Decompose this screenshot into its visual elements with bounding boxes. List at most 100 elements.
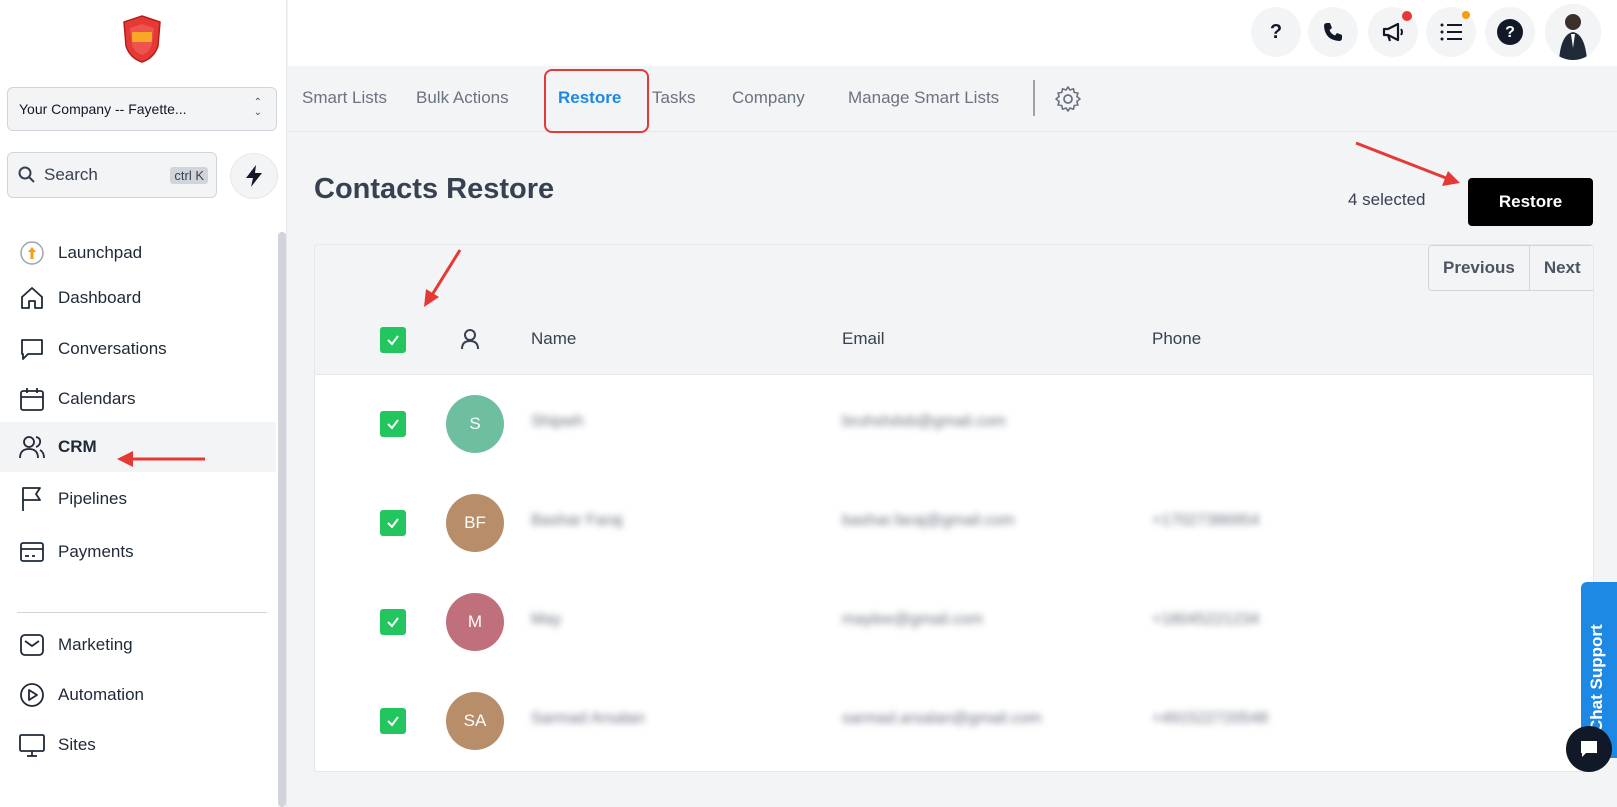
list-icon bbox=[1440, 23, 1462, 41]
column-header-phone[interactable]: Phone bbox=[1152, 329, 1201, 349]
contact-phone: +18045221234 bbox=[1152, 611, 1260, 628]
check-icon bbox=[387, 617, 399, 628]
contact-name: May bbox=[531, 611, 562, 628]
sidebar-item-label: Automation bbox=[58, 685, 144, 704]
launchpad-icon bbox=[20, 241, 44, 265]
sidebar-item-pipelines[interactable]: Pipelines bbox=[0, 474, 276, 524]
sidebar-item-label: Pipelines bbox=[58, 489, 127, 508]
contact-email: sarmad.arsalan@gmail.com bbox=[842, 710, 1042, 727]
card-icon bbox=[20, 542, 44, 562]
users-icon bbox=[19, 436, 45, 459]
sidebar-scrollbar[interactable] bbox=[278, 232, 286, 807]
search-icon bbox=[18, 166, 35, 183]
user-avatar[interactable] bbox=[1545, 4, 1601, 60]
quick-actions-button[interactable] bbox=[230, 153, 278, 199]
restore-tab-highlight bbox=[544, 69, 649, 133]
phone-icon bbox=[1324, 23, 1342, 41]
sidebar-item-label: Dashboard bbox=[58, 288, 142, 307]
brand-logo[interactable] bbox=[120, 14, 164, 64]
chat-launcher-button[interactable] bbox=[1566, 726, 1612, 772]
page-title: Contacts Restore bbox=[314, 173, 555, 205]
contact-phone: +17027386954 bbox=[1152, 512, 1260, 529]
pagination: Previous Next bbox=[1428, 245, 1593, 291]
contact-name: Bashar Faraj bbox=[531, 512, 623, 529]
check-icon bbox=[387, 335, 399, 346]
scrollbar-thumb[interactable] bbox=[278, 232, 286, 807]
tab-bar: Smart Lists Bulk Actions Restore Tasks C… bbox=[288, 66, 1617, 133]
help-button[interactable]: ? bbox=[1485, 7, 1535, 57]
arrow-to-restore-button bbox=[1355, 141, 1460, 186]
tab-tasks[interactable]: Tasks bbox=[652, 88, 695, 108]
phone-button[interactable] bbox=[1308, 7, 1358, 57]
table-row[interactable]: SA Sarmad Arsalan sarmad.arsalan@gmail.c… bbox=[315, 672, 1593, 771]
question-button[interactable]: ? bbox=[1251, 7, 1301, 57]
restore-button[interactable]: Restore bbox=[1468, 178, 1593, 226]
row-checkbox[interactable] bbox=[380, 609, 406, 635]
contact-name: Sarmad Arsalan bbox=[531, 710, 645, 727]
chat-bubble-icon bbox=[1581, 741, 1597, 757]
table-row[interactable]: BF Bashar Faraj bashar.faraj@gmail.com +… bbox=[315, 474, 1593, 573]
sidebar-item-label: Payments bbox=[58, 542, 134, 561]
question-icon: ? bbox=[1269, 20, 1283, 43]
check-icon bbox=[387, 518, 399, 529]
monitor-icon bbox=[19, 734, 45, 757]
contact-phone: +491522720548 bbox=[1152, 710, 1269, 727]
row-checkbox[interactable] bbox=[380, 708, 406, 734]
sidebar-item-marketing[interactable]: Marketing bbox=[0, 620, 276, 670]
avatar: S bbox=[446, 395, 504, 453]
sidebar-item-launchpad[interactable]: Launchpad bbox=[0, 232, 276, 274]
tab-smart-lists[interactable]: Smart Lists bbox=[302, 88, 387, 108]
contact-email: maylee@gmail.com bbox=[842, 611, 983, 628]
sidebar-item-automation[interactable]: Automation bbox=[0, 670, 276, 720]
company-switcher[interactable]: Your Company -- Fayette... ⌃ ⌄ bbox=[7, 87, 277, 131]
sidebar: Your Company -- Fayette... ⌃ ⌄ Search ctr… bbox=[0, 0, 287, 807]
avatar: BF bbox=[446, 494, 504, 552]
sidebar-item-calendars[interactable]: Calendars bbox=[0, 374, 276, 424]
table-header: Name Email Phone bbox=[315, 305, 1593, 375]
announcements-button[interactable] bbox=[1368, 7, 1418, 57]
company-name: Your Company -- Fayette... bbox=[19, 101, 187, 117]
previous-button[interactable]: Previous bbox=[1429, 246, 1530, 290]
table-toolbar: Previous Next bbox=[315, 245, 1593, 305]
user-photo bbox=[1545, 4, 1601, 60]
home-icon bbox=[21, 287, 43, 309]
sidebar-item-crm[interactable]: CRM bbox=[0, 422, 276, 472]
help-icon: ? bbox=[1497, 19, 1523, 45]
sidebar-item-label: Marketing bbox=[58, 635, 133, 654]
search-input[interactable]: Search ctrl K bbox=[7, 152, 217, 198]
column-header-email[interactable]: Email bbox=[842, 329, 885, 349]
tab-company[interactable]: Company bbox=[732, 88, 805, 108]
sidebar-item-payments[interactable]: Payments bbox=[0, 527, 276, 577]
tab-separator bbox=[1033, 80, 1035, 116]
row-checkbox[interactable] bbox=[380, 411, 406, 437]
row-checkbox[interactable] bbox=[380, 510, 406, 536]
svg-text:?: ? bbox=[1505, 24, 1515, 41]
table-row[interactable]: M May maylee@gmail.com +18045221234 bbox=[315, 573, 1593, 672]
tab-bulk-actions[interactable]: Bulk Actions bbox=[416, 88, 509, 108]
table-row[interactable]: S Shipwh bruhshdsb@gmail.com bbox=[315, 375, 1593, 474]
gear-icon[interactable] bbox=[1053, 84, 1083, 114]
search-shortcut: ctrl K bbox=[170, 167, 208, 184]
nav-divider bbox=[17, 612, 267, 613]
select-all-checkbox[interactable] bbox=[380, 327, 406, 353]
tab-manage-smart-lists[interactable]: Manage Smart Lists bbox=[848, 88, 999, 108]
bolt-icon bbox=[246, 165, 262, 187]
next-button[interactable]: Next bbox=[1530, 246, 1593, 290]
sidebar-item-conversations[interactable]: Conversations bbox=[0, 324, 276, 374]
column-header-name[interactable]: Name bbox=[531, 329, 576, 349]
play-icon bbox=[20, 683, 44, 707]
sidebar-item-label: CRM bbox=[58, 437, 97, 456]
contacts-table-card: Previous Next Name Email Phone S Shipwh … bbox=[314, 244, 1594, 772]
notification-dot bbox=[1462, 11, 1470, 19]
avatar: M bbox=[446, 593, 504, 651]
flag-icon bbox=[22, 487, 41, 511]
search-placeholder: Search bbox=[44, 165, 98, 184]
sidebar-item-sites[interactable]: Sites bbox=[0, 720, 276, 770]
tasks-list-button[interactable] bbox=[1426, 7, 1476, 57]
contact-email: bashar.faraj@gmail.com bbox=[842, 512, 1015, 529]
sidebar-item-label: Calendars bbox=[58, 389, 136, 408]
chevron-updown-icon: ⌃ ⌄ bbox=[253, 97, 262, 118]
sidebar-item-dashboard[interactable]: Dashboard bbox=[0, 273, 276, 323]
selected-count: 4 selected bbox=[1348, 190, 1426, 209]
megaphone-icon bbox=[1382, 22, 1403, 42]
